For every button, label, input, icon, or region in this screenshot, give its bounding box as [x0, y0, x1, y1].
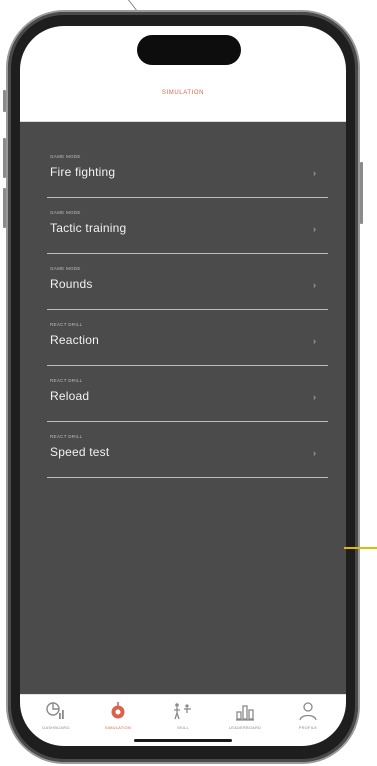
mode-item-label: Tactic training: [50, 221, 127, 235]
chevron-right-icon: ›: [313, 280, 316, 290]
dynamic-island: [137, 35, 241, 65]
mode-item-subtitle: GAME MODE: [50, 266, 81, 271]
mode-item-reload[interactable]: REACT DRILL Reload ›: [47, 372, 328, 422]
tab-label: SKILL: [177, 725, 189, 730]
mode-item-fire-fighting[interactable]: GAME MODE Fire fighting ›: [47, 148, 328, 198]
chevron-right-icon: ›: [313, 392, 316, 402]
mode-item-subtitle: GAME MODE: [50, 210, 81, 215]
mode-item-label: Fire fighting: [50, 165, 116, 179]
chevron-right-icon: ›: [313, 336, 316, 346]
leaderboard-icon: [236, 705, 254, 721]
volume-down-button: [3, 188, 6, 228]
profile-icon: [299, 702, 317, 721]
tab-label: LEADERBOARD: [228, 725, 262, 730]
target-icon: [111, 702, 125, 719]
chart-icon: [46, 702, 64, 719]
mode-item-label: Reload: [50, 389, 90, 403]
mode-list: GAME MODE Fire fighting › GAME MODE Tact…: [20, 122, 346, 694]
home-indicator: [134, 739, 232, 742]
mode-item-subtitle: REACT DRILL: [50, 322, 83, 327]
mockup-canvas: SIMULATION GAME MODE Fire fighting › GAM…: [0, 0, 377, 766]
bottom-tab-bar: DASHBOARD SIMULATION SKILL LEADERBOARD P…: [20, 694, 346, 746]
mode-item-reaction[interactable]: REACT DRILL Reaction ›: [47, 316, 328, 366]
mode-item-subtitle: REACT DRILL: [50, 378, 83, 383]
tab-leaderboard[interactable]: LEADERBOARD: [217, 699, 273, 739]
chevron-right-icon: ›: [313, 224, 316, 234]
mode-item-subtitle: GAME MODE: [50, 154, 81, 159]
mode-item-rounds[interactable]: GAME MODE Rounds ›: [47, 260, 328, 310]
chevron-right-icon: ›: [313, 448, 316, 458]
skill-icon: [174, 703, 191, 720]
power-button: [360, 162, 363, 224]
volume-up-button: [3, 138, 6, 178]
tab-skill[interactable]: SKILL: [155, 699, 211, 739]
mode-item-tactic-training[interactable]: GAME MODE Tactic training ›: [47, 204, 328, 254]
annotation-marker: [344, 547, 377, 549]
tab-dashboard[interactable]: DASHBOARD: [28, 699, 84, 739]
tab-simulation[interactable]: SIMULATION: [90, 699, 146, 739]
chevron-right-icon: ›: [313, 168, 316, 178]
page-title: SIMULATION: [161, 90, 205, 96]
tab-profile[interactable]: PROFILE: [280, 699, 336, 739]
mode-item-label: Reaction: [50, 333, 99, 347]
tab-label: PROFILE: [298, 725, 318, 730]
app-header: SIMULATION: [20, 26, 346, 122]
phone-screen: SIMULATION GAME MODE Fire fighting › GAM…: [20, 26, 346, 746]
mode-item-label: Rounds: [50, 277, 93, 291]
mode-item-label: Speed test: [50, 445, 110, 459]
mode-item-speed-test[interactable]: REACT DRILL Speed test ›: [47, 428, 328, 478]
tab-label: DASHBOARD: [42, 725, 70, 730]
mode-item-subtitle: REACT DRILL: [50, 434, 83, 439]
tab-label: SIMULATION: [104, 725, 132, 730]
silent-switch: [3, 90, 6, 112]
